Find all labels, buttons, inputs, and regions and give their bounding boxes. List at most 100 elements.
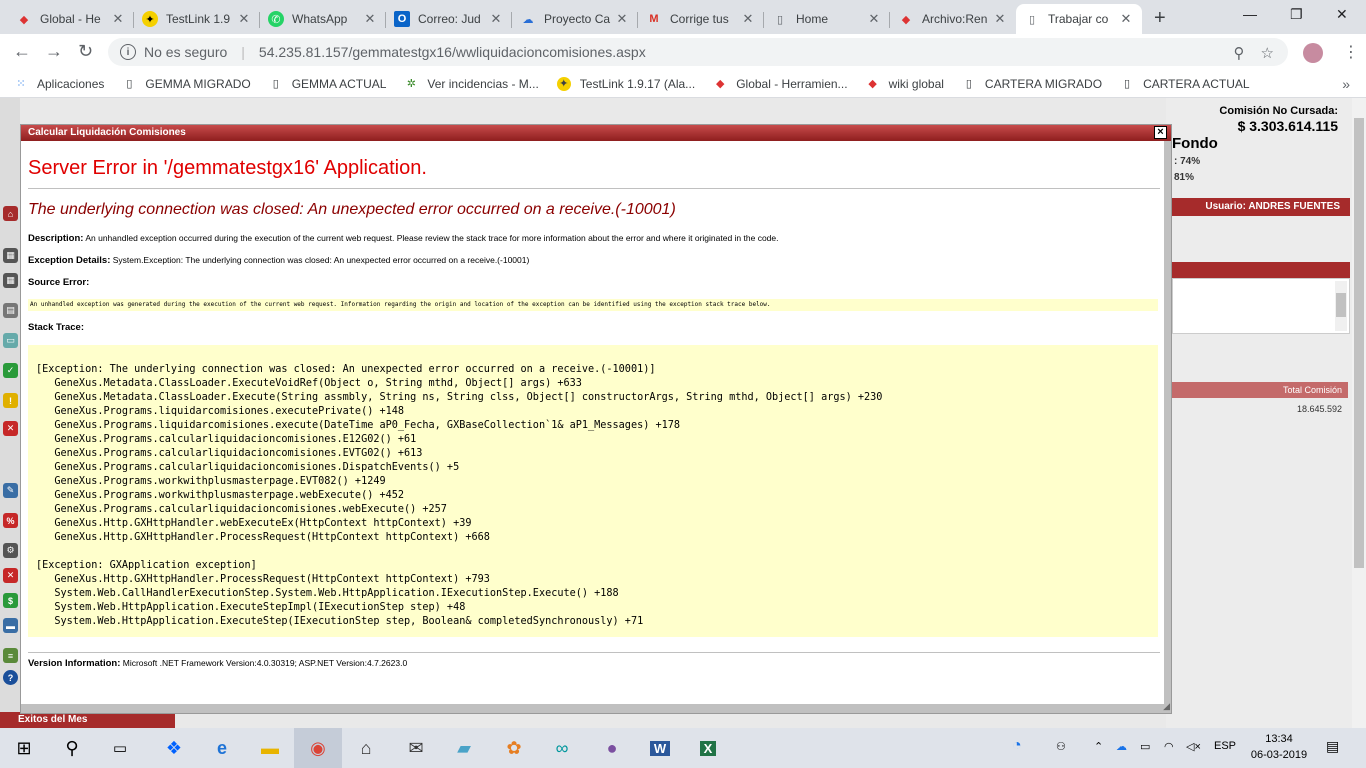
onedrive-icon[interactable]: ☁ <box>1116 740 1127 753</box>
card-icon[interactable]: ▬ <box>3 618 18 633</box>
exception-label: Exception Details: <box>28 255 111 266</box>
tab-home[interactable]: ▯ Home ✕ <box>764 4 890 34</box>
excel-icon[interactable]: X <box>684 728 732 768</box>
tab-trabajar[interactable]: ▯ Trabajar co ✕ <box>1016 4 1142 34</box>
bookmark-wiki-global[interactable]: ◆ wiki global <box>866 77 944 91</box>
arduino-icon[interactable]: ∞ <box>538 728 586 768</box>
percent-icon[interactable]: % <box>3 513 18 528</box>
tab-archivo[interactable]: ◆ Archivo:Ren ✕ <box>890 4 1016 34</box>
section-header-bar <box>1172 262 1350 278</box>
avatar[interactable] <box>1303 43 1323 63</box>
close-icon[interactable]: ✕ <box>362 11 378 27</box>
chrome-icon[interactable]: ◉ <box>294 728 342 768</box>
list-box[interactable] <box>1172 278 1350 334</box>
restore-button[interactable]: ❐ <box>1290 6 1303 23</box>
error-subheading: The underlying connection was closed: An… <box>28 201 676 218</box>
close-icon[interactable]: ✕ <box>488 11 504 27</box>
zoom-icon[interactable]: ⚲ <box>1234 44 1245 62</box>
page-icon: ▯ <box>776 13 784 26</box>
search-icon[interactable]: ⚲ <box>48 728 96 768</box>
bookmark-gemma-migrado[interactable]: ▯ GEMMA MIGRADO <box>122 77 250 91</box>
calculator-icon[interactable]: ▦ <box>3 248 18 263</box>
scrollbar-thumb[interactable] <box>1336 293 1346 317</box>
version-text: Microsoft .NET Framework Version:4.0.303… <box>122 658 408 668</box>
close-icon[interactable]: ✕ <box>110 11 126 27</box>
tab-global[interactable]: ◆ Global - He ✕ <box>8 4 134 34</box>
help-icon[interactable]: ? <box>3 670 18 685</box>
notifications-icon[interactable]: ▤ <box>1326 738 1339 755</box>
wifi-icon[interactable]: ◠ <box>1164 740 1174 753</box>
bookmark-star-icon[interactable]: ☆ <box>1261 44 1274 62</box>
close-icon[interactable]: ✕ <box>740 11 756 27</box>
resize-grip-icon[interactable]: ◢ <box>1163 701 1170 712</box>
testlink-icon: ✦ <box>556 76 571 91</box>
store-icon[interactable]: ⌂ <box>342 728 390 768</box>
close-icon[interactable]: ✕ <box>866 11 882 27</box>
address-bar[interactable]: i No es seguro | 54.235.81.157/gemmatest… <box>108 38 1288 66</box>
source-error-label: Source Error: <box>28 277 90 288</box>
github-icon[interactable]: ● <box>588 728 636 768</box>
shield-icon[interactable]: ✓ <box>3 363 18 378</box>
windows-start-icon[interactable]: ⊞ <box>0 728 48 768</box>
tab-gmail[interactable]: M Corrige tus ✕ <box>638 4 764 34</box>
tab-proyecto[interactable]: ☁ Proyecto Ca ✕ <box>512 4 638 34</box>
document-icon[interactable]: ▤ <box>3 303 18 318</box>
forward-button[interactable]: → <box>45 41 63 62</box>
page-scrollbar-thumb[interactable] <box>1354 118 1364 568</box>
people-icon[interactable]: ⚇ <box>1056 740 1066 753</box>
bookmark-global[interactable]: ◆ Global - Herramien... <box>713 77 848 91</box>
bookmark-cartera-actual[interactable]: ▯ CARTERA ACTUAL <box>1120 77 1250 91</box>
bookmark-testlink[interactable]: ✦ TestLink 1.9.17 (Ala... <box>556 76 695 91</box>
close-icon[interactable]: ✕ <box>236 11 252 27</box>
close-icon[interactable]: × <box>1154 126 1167 139</box>
money-icon[interactable]: $ <box>3 593 18 608</box>
battery-icon[interactable]: ▭ <box>1140 740 1150 753</box>
paint-icon[interactable]: ✿ <box>490 728 538 768</box>
reload-button[interactable]: ↻ <box>78 41 93 62</box>
close-icon[interactable]: ✕ <box>1118 11 1134 27</box>
cancel-icon[interactable]: ✕ <box>3 568 18 583</box>
close-icon[interactable]: ✕ <box>614 11 630 27</box>
home-icon[interactable]: ⌂ <box>3 206 18 221</box>
tab-testlink[interactable]: ✦ TestLink 1.9 ✕ <box>134 4 260 34</box>
word-icon[interactable]: W <box>636 728 684 768</box>
bookmark-cartera-migrado[interactable]: ▯ CARTERA MIGRADO <box>962 77 1102 91</box>
error-shield-icon[interactable]: ✕ <box>3 421 18 436</box>
tab-correo[interactable]: O Correo: Jud ✕ <box>386 4 512 34</box>
calculator-icon[interactable]: ▦ <box>3 273 18 288</box>
close-icon[interactable]: ✕ <box>992 11 1008 27</box>
edge-icon[interactable]: e <box>198 728 246 768</box>
stack-line: GeneXus.Http.GXHttpHandler.ProcessReques… <box>36 574 490 585</box>
tab-whatsapp[interactable]: ✆ WhatsApp ✕ <box>260 4 386 34</box>
bookmark-aplicaciones[interactable]: ⁙ Aplicaciones <box>14 77 104 91</box>
monitor-icon[interactable]: ▭ <box>3 333 18 348</box>
clock[interactable]: 13:34 06-03-2019 <box>1250 731 1308 763</box>
windows-taskbar: ⊞ ⚲ ▭ ❖ e ▬ ◉ ⌂ ✉ ▰ ✿ ∞ ● W X ◔ ⚇ ⌃ ☁ ▭ … <box>0 728 1366 768</box>
stack-icon[interactable]: ≡ <box>3 648 18 663</box>
browser-toolbar: ← → ↻ i No es seguro | 54.235.81.157/gem… <box>0 34 1366 70</box>
close-window-button[interactable]: ✕ <box>1336 6 1348 23</box>
minimize-button[interactable]: — <box>1243 6 1257 22</box>
dropbox-icon[interactable]: ❖ <box>150 728 198 768</box>
update-notification-icon[interactable]: ◔ <box>1012 737 1022 755</box>
mail-icon[interactable]: ✉ <box>392 728 440 768</box>
show-hidden-icons-icon[interactable]: ⌃ <box>1094 740 1103 753</box>
bookmark-ver-incidencias[interactable]: ✲ Ver incidencias - M... <box>404 77 539 91</box>
volume-icon[interactable]: ◁× <box>1186 740 1201 753</box>
gmail-icon: M <box>649 13 659 25</box>
info-icon[interactable]: i <box>120 44 136 60</box>
edit-icon[interactable]: ✎ <box>3 483 18 498</box>
task-view-icon[interactable]: ▭ <box>96 728 144 768</box>
new-tab-button[interactable]: + <box>1154 7 1166 30</box>
menu-icon[interactable]: ⋮ <box>1343 42 1359 62</box>
language-indicator[interactable]: ESP <box>1214 740 1236 752</box>
clock-time: 13:34 <box>1265 733 1293 745</box>
gear-icon[interactable]: ⚙ <box>3 543 18 558</box>
notes-icon[interactable]: ▰ <box>440 728 488 768</box>
bookmark-gemma-actual[interactable]: ▯ GEMMA ACTUAL <box>269 77 387 91</box>
warning-shield-icon[interactable]: ! <box>3 393 18 408</box>
more-bookmarks-icon[interactable]: » <box>1342 76 1350 92</box>
error-dialog: Calcular Liquidación Comisiones × Server… <box>20 124 1172 714</box>
file-explorer-icon[interactable]: ▬ <box>246 728 294 768</box>
back-button[interactable]: ← <box>13 41 31 62</box>
